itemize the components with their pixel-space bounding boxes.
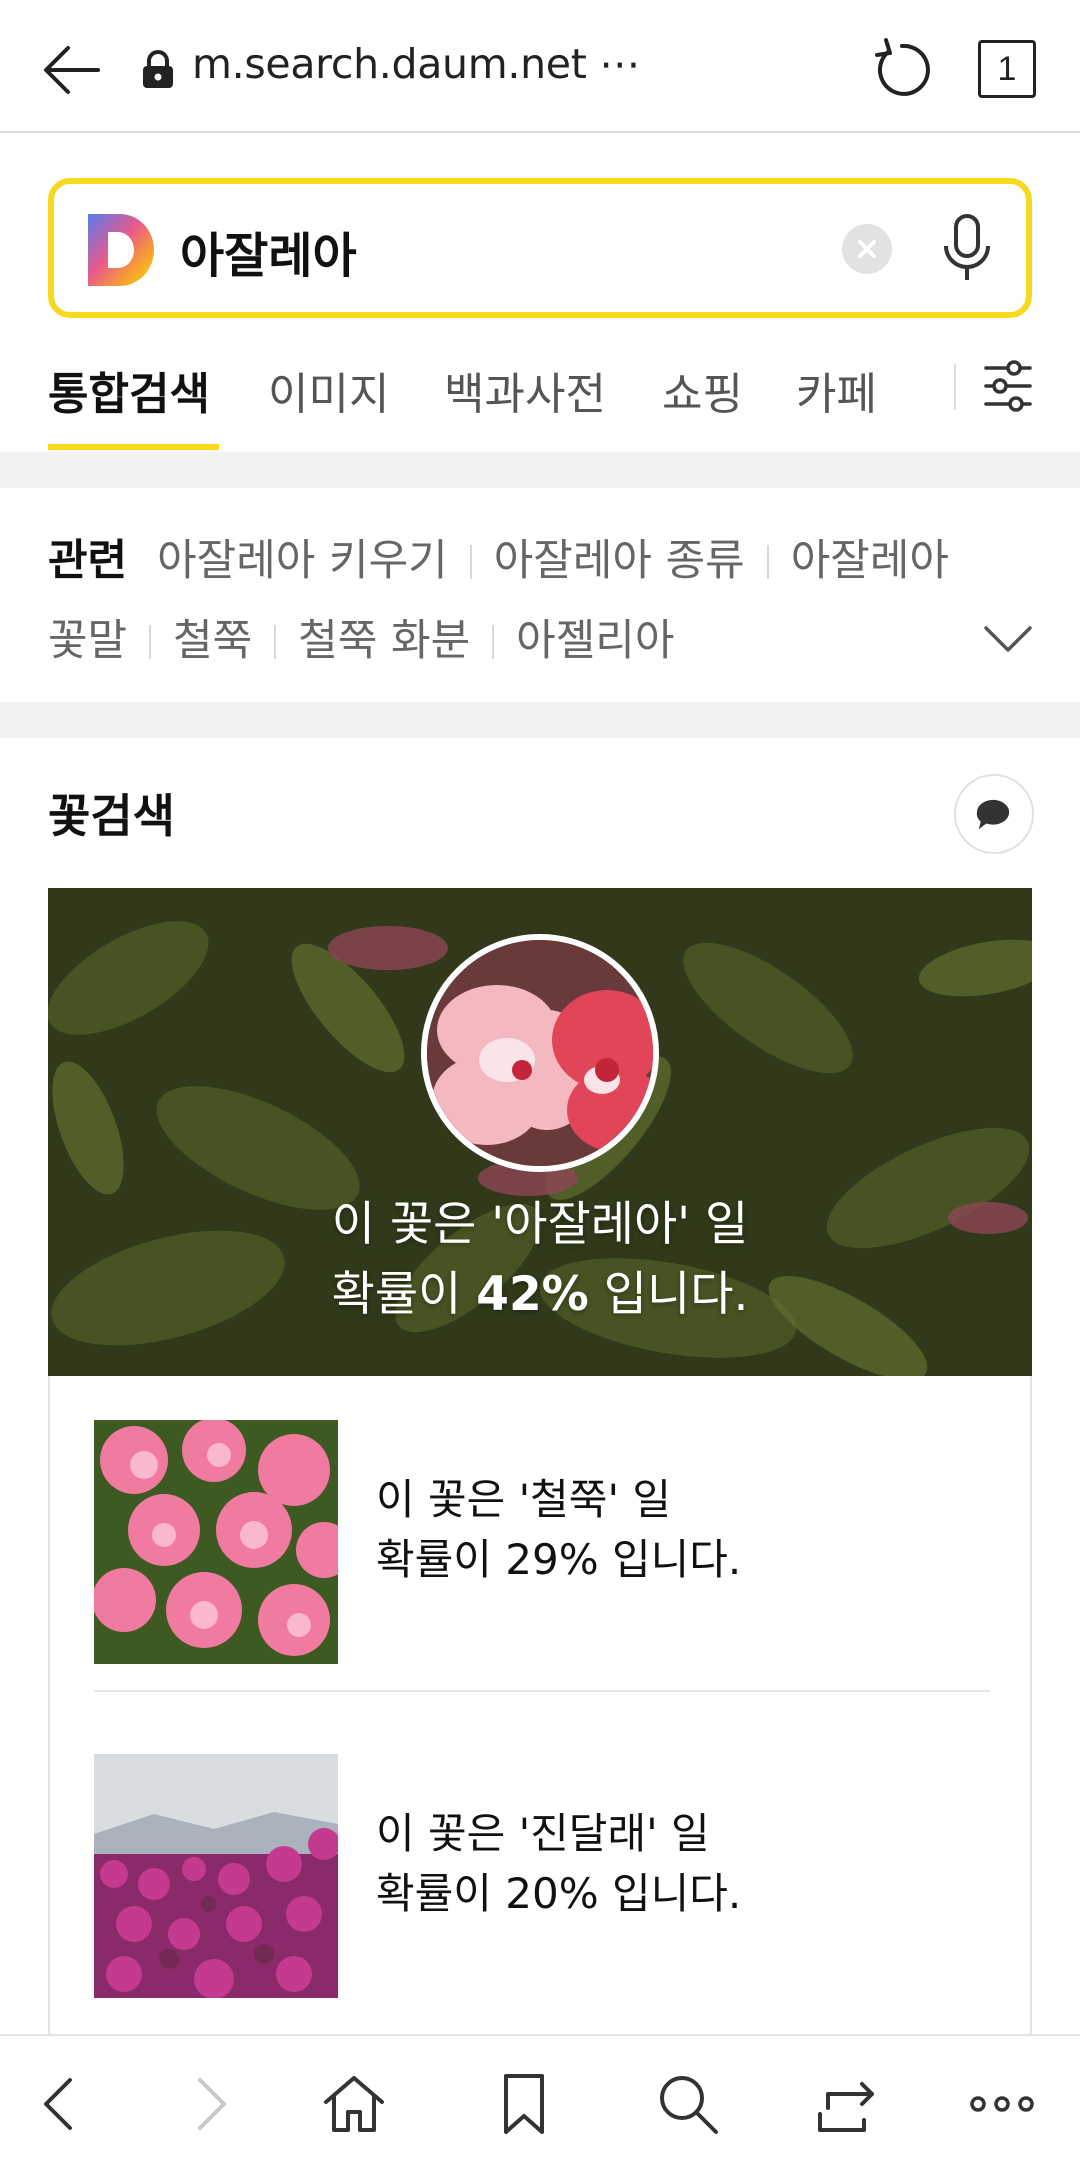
comment-icon [976,799,1010,830]
reload-icon[interactable] [866,36,934,104]
more-icon[interactable] [968,2070,1036,2138]
tab-integrated[interactable]: 통합검색 [48,358,210,422]
related-item[interactable]: 아젤리아 [516,606,674,668]
korean-azalea-image [94,1754,338,1998]
home-icon[interactable] [320,2070,388,2138]
related-title: 관련 [48,536,128,586]
url-bar[interactable]: m.search.daum.net ⋯ [192,40,640,88]
flower-search-section: 꽃검색 이 꽃은 '아잘레아' 일 확률이 42% 입니다. 이 꽃은 '철쭉'… [0,738,1080,2076]
top-result-probability: 42% [476,1267,589,1322]
result-item-royal-azalea[interactable]: 이 꽃은 '철쭉' 일 확률이 29% 입니다. [94,1420,990,1664]
section-title: 꽃검색 [48,789,175,843]
mic-icon[interactable] [940,214,994,284]
top-result-prefix: 확률이 [331,1267,477,1322]
result-line1: 이 꽃은 '진달래' 일 [376,1809,710,1858]
related-item[interactable]: 아잘레아 종류 [494,526,745,588]
chevron-left-icon[interactable] [26,2070,94,2138]
tab-divider [954,364,956,410]
section-gap [0,452,1080,488]
related-item[interactable]: 철쭉 화분 [298,606,470,668]
comment-button[interactable] [954,774,1034,854]
result-text: 이 꽃은 '철쭉' 일 확률이 29% 입니다. [376,1470,741,1590]
back-arrow-icon[interactable] [38,34,110,106]
top-result-banner[interactable]: 이 꽃은 '아잘레아' 일 확률이 42% 입니다. [48,888,1032,1376]
search-icon[interactable] [654,2070,722,2138]
section-gap [0,702,1080,738]
azalea-thumbnail [421,934,659,1172]
lock-icon [143,50,173,88]
active-tab-indicator [48,444,219,450]
category-tabs: 통합검색 이미지 백과사전 쇼핑 카페 [0,340,1080,452]
top-result-text: 이 꽃은 '아잘레아' 일 확률이 42% 입니다. [48,1190,1032,1330]
clear-icon [858,240,876,258]
related-item[interactable]: 아잘레아 키우기 [157,526,448,588]
royal-azalea-image [94,1420,338,1664]
related-item-continued[interactable]: 꽃말 [48,606,127,668]
daum-logo [88,214,154,286]
browser-bottom-bar [0,2034,1080,2168]
result-list: 이 꽃은 '철쭉' 일 확률이 29% 입니다. 이 꽃은 '진달래' 일 확률… [48,1376,1032,2076]
related-searches: 관련 아잘레아 키우기 아잘레아 종류 아잘레아 꽃말 철쭉 철쭉 화분 아젤리아 [0,488,1080,702]
result-divider [94,1690,990,1692]
tab-encyclopedia[interactable]: 백과사전 [444,358,606,422]
result-thumbnail [94,1420,338,1664]
tab-shopping[interactable]: 쇼핑 [662,358,743,422]
result-thumbnail [94,1754,338,1998]
chevron-down-icon[interactable] [982,618,1034,658]
share-icon[interactable] [812,2070,880,2138]
separator [274,625,277,659]
separator [469,545,472,579]
top-result-line1: 이 꽃은 '아잘레아' 일 [331,1197,749,1252]
browser-toolbar: m.search.daum.net ⋯ 1 [0,0,1080,133]
top-result-suffix: 입니다. [588,1267,749,1322]
filter-icon[interactable] [982,358,1034,414]
clear-button[interactable] [842,224,892,274]
tab-images[interactable]: 이미지 [268,358,389,422]
result-line2: 확률이 29% 입니다. [376,1535,742,1584]
bookmark-icon[interactable] [490,2070,558,2138]
separator [492,625,495,659]
search-box[interactable]: 아잘레아 [48,178,1032,318]
search-input[interactable]: 아잘레아 [180,216,357,286]
separator [766,545,769,579]
result-item-korean-azalea[interactable]: 이 꽃은 '진달래' 일 확률이 20% 입니다. [94,1754,990,1998]
related-item[interactable]: 아잘레아 [791,526,949,588]
separator [149,625,152,659]
tab-count-button[interactable]: 1 [978,40,1036,98]
result-text: 이 꽃은 '진달래' 일 확률이 20% 입니다. [376,1804,741,1924]
result-line1: 이 꽃은 '철쭉' 일 [376,1475,671,1524]
tab-cafe[interactable]: 카페 [796,358,877,422]
chevron-right-icon[interactable] [176,2070,244,2138]
result-line2: 확률이 20% 입니다. [376,1869,742,1918]
top-result-line2: 확률이 42% 입니다. [48,1260,1032,1330]
related-item[interactable]: 철쭉 [173,606,252,668]
